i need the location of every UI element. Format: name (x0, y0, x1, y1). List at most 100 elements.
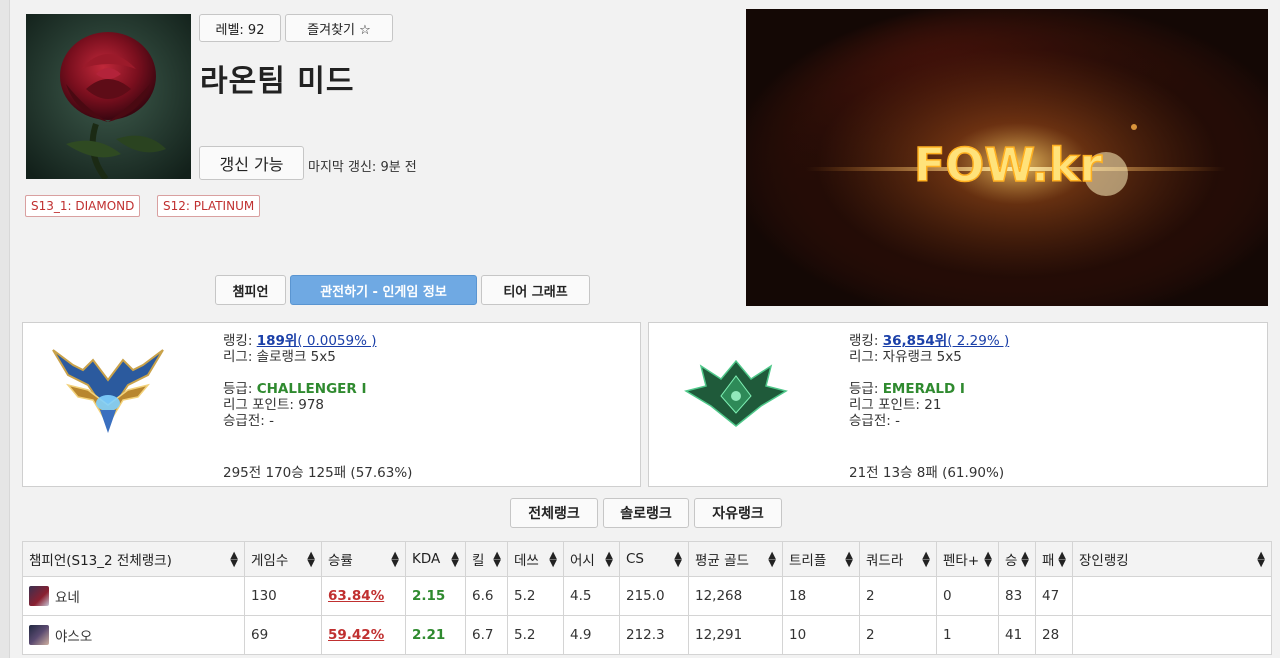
table-row: 야스오 69 59.42% 2.21 6.7 5.2 4.9 212.3 12,… (22, 615, 1272, 655)
cell-gold: 12,268 (688, 576, 783, 616)
cell-quadra: 2 (859, 576, 937, 616)
col-assists[interactable]: 어시 ▲ ▼ (563, 541, 620, 577)
solo-league-text: 리그: 솔로랭크 5x5 (223, 349, 336, 365)
sort-icon: ▲ ▼ (1058, 550, 1066, 569)
cell-kills: 6.6 (465, 576, 508, 616)
flex-lp-text: 리그 포인트: 21 (849, 397, 942, 413)
champion-yasuo-icon[interactable] (29, 625, 49, 645)
col-wins[interactable]: 승 ▲ ▼ (998, 541, 1036, 577)
sort-icon: ▲ ▼ (984, 550, 992, 569)
col-gold[interactable]: 평균 골드 ▲ ▼ (688, 541, 783, 577)
solo-tier-value: CHALLENGER I (256, 381, 367, 397)
cell-mastery (1072, 615, 1272, 655)
sort-icon: ▲ ▼ (1021, 550, 1029, 569)
col-quadra[interactable]: 쿼드라 ▲ ▼ (859, 541, 937, 577)
cell-triple: 18 (782, 576, 860, 616)
cell-losses: 28 (1035, 615, 1073, 655)
cell-kda: 2.15 (405, 576, 466, 616)
cell-winrate: 59.42% (321, 615, 406, 655)
cell-kills: 6.7 (465, 615, 508, 655)
solo-ranking-pct[interactable]: ( 0.0059% ) (297, 333, 376, 349)
sort-icon: ▲ ▼ (451, 550, 459, 569)
video-logo: FOW.kr (914, 138, 1103, 192)
sort-icon: ▲ ▼ (922, 550, 930, 569)
solo-record-text: 295전 170승 125패 (57.63%) (223, 465, 413, 481)
cell-cs: 215.0 (619, 576, 689, 616)
sort-icon: ▲ ▼ (549, 550, 557, 569)
tab-champion[interactable]: 챔피언 (215, 275, 286, 305)
col-triple[interactable]: 트리플 ▲ ▼ (782, 541, 860, 577)
cell-losses: 47 (1035, 576, 1073, 616)
solo-lp-text: 리그 포인트: 978 (223, 397, 324, 413)
profile-icon-rose (26, 14, 191, 179)
sort-icon: ▲ ▼ (230, 550, 238, 569)
flex-tier-value: EMERALD I (882, 381, 965, 397)
solo-ranking-link[interactable]: 189위 (257, 333, 298, 349)
flex-rank-panel: 랭킹: 36,854위( 2.29% ) 리그: 자유랭크 5x5 등급: EM… (648, 322, 1268, 487)
favorite-button[interactable]: 즐겨찾기 ☆ (285, 14, 393, 42)
cell-penta: 1 (936, 615, 999, 655)
summoner-name: 라온팀 미드 (200, 64, 355, 99)
col-deaths[interactable]: 데쓰 ▲ ▼ (507, 541, 564, 577)
cell-wins: 41 (998, 615, 1036, 655)
cell-kda: 2.21 (405, 615, 466, 655)
left-scroll-edge (0, 0, 10, 658)
champion-name: 요네 (55, 590, 80, 606)
col-penta[interactable]: 펜타+ ▲ ▼ (936, 541, 999, 577)
flex-tier-label: 등급: (849, 381, 879, 397)
cell-assists: 4.5 (563, 576, 620, 616)
col-winrate[interactable]: 승률 ▲ ▼ (321, 541, 406, 577)
cell-winrate: 63.84% (321, 576, 406, 616)
col-cs[interactable]: CS ▲ ▼ (619, 541, 689, 577)
champion-name: 야스오 (55, 629, 93, 645)
promo-video[interactable]: FOW.kr (746, 9, 1268, 306)
cell-assists: 4.9 (563, 615, 620, 655)
table-row: 요네 130 63.84% 2.15 6.6 5.2 4.5 215.0 12,… (22, 576, 1272, 616)
cell-games: 69 (244, 615, 322, 655)
champion-yone-icon[interactable] (29, 586, 49, 606)
tab-tier-graph[interactable]: 티어 그래프 (481, 275, 590, 305)
champion-stats-table: 챔피언(S13_2 전체랭크) ▲ ▼ 게임수 ▲ ▼ 승률 ▲ ▼ KDA ▲ ▼ 킬 ▲ ▼ 데… (22, 541, 1272, 655)
cell-quadra: 2 (859, 615, 937, 655)
sort-icon: ▲ ▼ (1257, 550, 1265, 569)
table-header-row: 챔피언(S13_2 전체랭크) ▲ ▼ 게임수 ▲ ▼ 승률 ▲ ▼ KDA ▲ ▼ 킬 ▲ ▼ 데… (22, 541, 1272, 577)
cell-mastery (1072, 576, 1272, 616)
sort-icon: ▲ ▼ (493, 550, 501, 569)
col-games[interactable]: 게임수 ▲ ▼ (244, 541, 322, 577)
season-badge-s13: S13_1: DIAMOND (25, 195, 141, 217)
sort-icon: ▲ ▼ (605, 550, 613, 569)
cell-gold: 12,291 (688, 615, 783, 655)
refresh-button[interactable]: 갱신 가능 (199, 146, 304, 180)
queue-solo-button[interactable]: 솔로랭크 (603, 498, 689, 528)
col-losses[interactable]: 패 ▲ ▼ (1035, 541, 1073, 577)
queue-flex-button[interactable]: 자유랭크 (694, 498, 782, 528)
winrate-link[interactable]: 63.84% (328, 588, 384, 604)
flex-record-text: 21전 13승 8패 (61.90%) (849, 465, 1005, 481)
cell-deaths: 5.2 (507, 576, 564, 616)
cell-wins: 83 (998, 576, 1036, 616)
cell-games: 130 (244, 576, 322, 616)
col-champion[interactable]: 챔피언(S13_2 전체랭크) ▲ ▼ (22, 541, 245, 577)
flex-league-text: 리그: 자유랭크 5x5 (849, 349, 962, 365)
sort-icon: ▲ ▼ (845, 550, 853, 569)
level-badge: 레벨: 92 (199, 14, 281, 42)
sort-icon: ▲ ▼ (674, 550, 682, 569)
solo-promo-text: 승급전: - (223, 413, 274, 429)
queue-all-button[interactable]: 전체랭크 (510, 498, 598, 528)
col-kda[interactable]: KDA ▲ ▼ (405, 541, 466, 577)
challenger-emblem-icon (48, 345, 168, 439)
solo-ranking-label: 랭킹: (223, 333, 253, 349)
winrate-link[interactable]: 59.42% (328, 627, 384, 643)
flex-ranking-link[interactable]: 36,854위 (883, 333, 948, 349)
col-mastery[interactable]: 장인랭킹 ▲ ▼ (1072, 541, 1272, 577)
cell-deaths: 5.2 (507, 615, 564, 655)
sort-icon: ▲ ▼ (391, 550, 399, 569)
tab-spectate[interactable]: 관전하기 - 인게임 정보 (290, 275, 477, 305)
flex-ranking-pct[interactable]: ( 2.29% ) (947, 333, 1009, 349)
solo-rank-panel: 랭킹: 189위( 0.0059% ) 리그: 솔로랭크 5x5 등급: CHA… (22, 322, 641, 487)
season-badge-s12: S12: PLATINUM (157, 195, 261, 217)
emerald-emblem-icon (681, 351, 791, 435)
col-kills[interactable]: 킬 ▲ ▼ (465, 541, 508, 577)
sort-icon: ▲ ▼ (768, 550, 776, 569)
cell-triple: 10 (782, 615, 860, 655)
